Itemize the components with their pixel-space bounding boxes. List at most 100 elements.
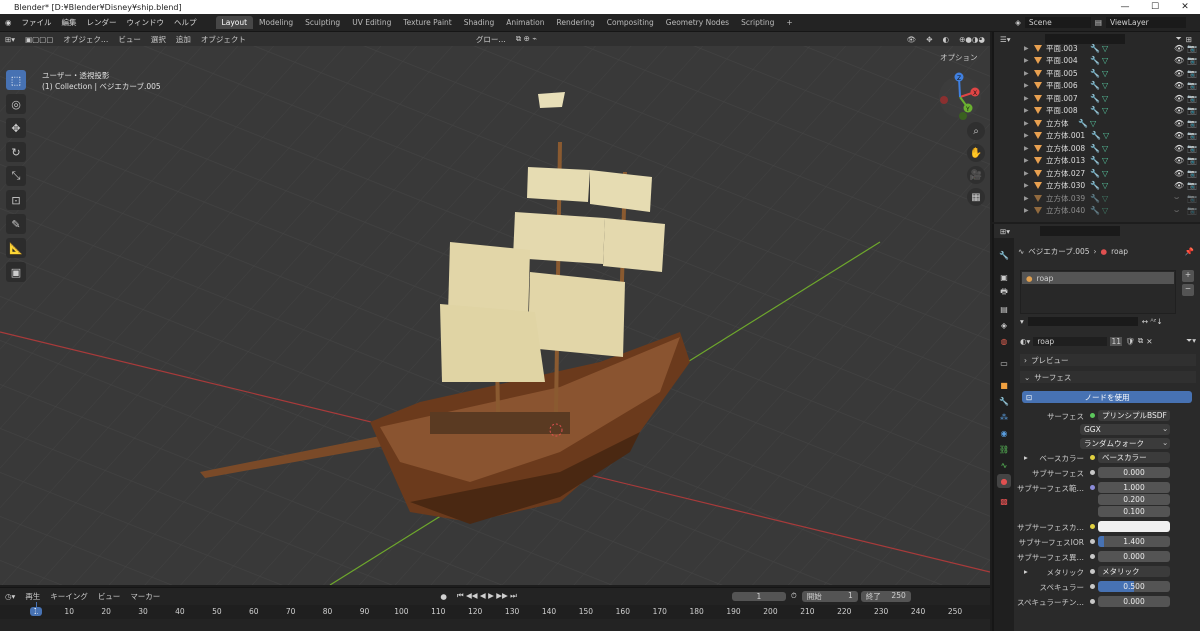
playback-menu[interactable]: 再生	[20, 591, 45, 602]
camera-icon[interactable]: 📷	[1187, 106, 1197, 115]
modifier-tab-icon[interactable]: 🔧	[997, 394, 1011, 408]
start-frame-field[interactable]: 開始 1	[801, 590, 858, 602]
mesh-data-icon[interactable]: ▽	[1102, 156, 1108, 165]
menu-edit[interactable]: 編集	[57, 17, 82, 28]
outliner-row[interactable]: ▶ 平面.008 🔧 ▽ 👁 📷	[994, 105, 1200, 118]
outliner-row[interactable]: ▶ 立方体.040 🔧 ▽ ⌣ 📷	[994, 205, 1200, 218]
duplicate-icon[interactable]: ⧉	[1138, 336, 1143, 346]
eye-icon[interactable]: 👁	[1174, 56, 1184, 65]
expand-arrow-icon[interactable]: ▶	[1024, 45, 1029, 52]
add-menu[interactable]: 追加	[171, 34, 196, 45]
menu-help[interactable]: ヘルプ	[169, 17, 202, 28]
end-frame-field[interactable]: 終了 250	[860, 590, 911, 602]
property-number-field[interactable]: 1.400	[1098, 536, 1170, 547]
socket-dot-icon[interactable]	[1090, 554, 1095, 559]
expand-arrow-icon[interactable]: ▶	[1024, 182, 1029, 189]
move-icon[interactable]: ✥	[6, 118, 26, 138]
eye-icon[interactable]: 👁	[1174, 169, 1184, 178]
tab-sculpting[interactable]: Sculpting	[299, 16, 346, 29]
socket-dot-icon[interactable]	[1090, 569, 1095, 574]
expand-arrow-icon[interactable]: ▶	[1024, 207, 1029, 214]
outliner-row[interactable]: ▶ 平面.006 🔧 ▽ 👁 📷	[994, 80, 1200, 93]
socket-dot-icon[interactable]	[1090, 584, 1095, 589]
mesh-data-icon[interactable]: ▽	[1102, 169, 1108, 178]
texture-tab-icon[interactable]: ▩	[997, 494, 1011, 508]
scale-icon[interactable]: ⤡	[6, 166, 26, 186]
rotate-icon[interactable]: ↻	[6, 142, 26, 162]
modifier-wrench-icon[interactable]: 🔧	[1090, 206, 1100, 215]
fake-user-icon[interactable]: 🛡	[1125, 337, 1135, 346]
outliner-row[interactable]: ▶ 立方体.030 🔧 ▽ 👁 📷	[994, 180, 1200, 193]
property-number-field[interactable]: 0.100	[1098, 506, 1170, 517]
tab-rendering[interactable]: Rendering	[550, 16, 600, 29]
expand-arrow-icon[interactable]: ▶	[1024, 195, 1029, 202]
expand-filter-icon[interactable]: ▾	[1020, 317, 1024, 326]
mesh-data-icon[interactable]: ▽	[1102, 206, 1108, 215]
camera-icon[interactable]: 📷	[1187, 206, 1197, 215]
modifier-wrench-icon[interactable]: 🔧	[1090, 81, 1100, 90]
expand-arrow-icon[interactable]: ▶	[1024, 120, 1029, 127]
camera-icon[interactable]: 📷	[1187, 169, 1197, 178]
expand-socket-icon[interactable]: ▸	[1024, 567, 1028, 576]
outliner-row[interactable]: ▶ 立方体.008 🔧 ▽ 👁 📷	[994, 142, 1200, 155]
unlink-icon[interactable]: ✕	[1146, 337, 1152, 346]
tab-shading[interactable]: Shading	[458, 16, 500, 29]
property-number-field[interactable]: 1.000	[1098, 482, 1170, 493]
eye-icon[interactable]: 👁	[1174, 119, 1184, 128]
outliner-row[interactable]: ▶ 立方体.001 🔧 ▽ 👁 📷	[994, 130, 1200, 143]
mesh-data-icon[interactable]: ▽	[1102, 44, 1108, 53]
current-frame-field[interactable]: 1	[731, 591, 786, 601]
options-dropdown[interactable]: オプション	[940, 52, 978, 63]
mesh-data-icon[interactable]: ▽	[1102, 106, 1108, 115]
modifier-wrench-icon[interactable]: 🔧	[1090, 156, 1100, 165]
outliner-row[interactable]: ▶ 平面.003 🔧 ▽ 👁 📷	[994, 42, 1200, 55]
outliner-row[interactable]: ▶ 平面.005 🔧 ▽ 👁 📷	[994, 67, 1200, 80]
mesh-data-icon[interactable]: ▽	[1090, 119, 1096, 128]
eye-icon[interactable]: 👁	[1174, 94, 1184, 103]
menu-window[interactable]: ウィンドウ	[122, 17, 170, 28]
socket-dot-icon[interactable]	[1090, 455, 1095, 460]
tab-uv-editing[interactable]: UV Editing	[346, 16, 397, 29]
camera-icon[interactable]: 📷	[1187, 156, 1197, 165]
expand-socket-icon[interactable]: ▸	[1024, 453, 1028, 462]
output-tab-icon[interactable]: 🖶	[997, 286, 1011, 300]
tab-scripting[interactable]: Scripting	[735, 16, 780, 29]
subsurface-color-swatch[interactable]	[1098, 521, 1170, 532]
ortho-toggle-icon[interactable]: ▦	[967, 188, 985, 206]
select-mode-icons[interactable]: ▣▢▢▢	[20, 35, 58, 44]
add-cube-icon[interactable]: ▣	[6, 262, 26, 282]
expand-arrow-icon[interactable]: ▶	[1024, 107, 1029, 114]
measure-icon[interactable]: 📐	[6, 238, 26, 258]
blender-logo-icon[interactable]: ◉	[0, 18, 17, 27]
add-workspace-icon[interactable]: +	[780, 16, 798, 29]
annotate-icon[interactable]: ✎	[6, 214, 26, 234]
property-number-field[interactable]: 0.000	[1098, 596, 1170, 607]
clock-icon[interactable]: ⏱	[786, 591, 802, 601]
camera-icon[interactable]: 📷	[1187, 144, 1197, 153]
properties-editor-icon[interactable]: ⊞▾	[1000, 227, 1010, 236]
mesh-data-icon[interactable]: ▽	[1102, 194, 1108, 203]
expand-arrow-icon[interactable]: ▶	[1024, 70, 1029, 77]
eye-icon[interactable]: 👁	[1174, 144, 1184, 153]
mesh-data-icon[interactable]: ▽	[1102, 181, 1108, 190]
scene-icon[interactable]: ◈	[1015, 18, 1021, 27]
mesh-data-icon[interactable]: ▽	[1103, 131, 1109, 140]
3d-viewport[interactable]: ⊞▾ ▣▢▢▢ オブジェク… ビュー 選択 追加 オブジェクト グロー… ⧉ ⊕…	[0, 32, 990, 585]
gizmo-toggle-icon[interactable]: ✥	[921, 35, 937, 44]
socket-dot-icon[interactable]	[1090, 599, 1095, 604]
tool-tab-icon[interactable]: 🔧	[997, 248, 1011, 262]
property-number-field[interactable]: 0.500	[1098, 581, 1170, 592]
material-slot[interactable]: ● roap	[1022, 272, 1174, 284]
scene-field[interactable]: Scene	[1024, 17, 1091, 28]
camera-icon[interactable]: 📷	[1187, 81, 1197, 90]
outliner-row[interactable]: ▶ 立方体.013 🔧 ▽ 👁 📷	[994, 155, 1200, 168]
mesh-data-icon[interactable]: ▽	[1102, 94, 1108, 103]
link-type-icon[interactable]: ⏷▾	[1186, 336, 1196, 346]
camera-icon[interactable]: 📷	[1187, 44, 1197, 53]
eye-icon[interactable]: 👁	[1174, 131, 1184, 140]
eye-icon[interactable]: 👁	[1174, 81, 1184, 90]
tab-texture-paint[interactable]: Texture Paint	[397, 16, 457, 29]
pan-hand-icon[interactable]: ✋	[967, 144, 985, 162]
slot-filter-input[interactable]	[1027, 316, 1138, 326]
socket-dot-icon[interactable]	[1090, 470, 1095, 475]
